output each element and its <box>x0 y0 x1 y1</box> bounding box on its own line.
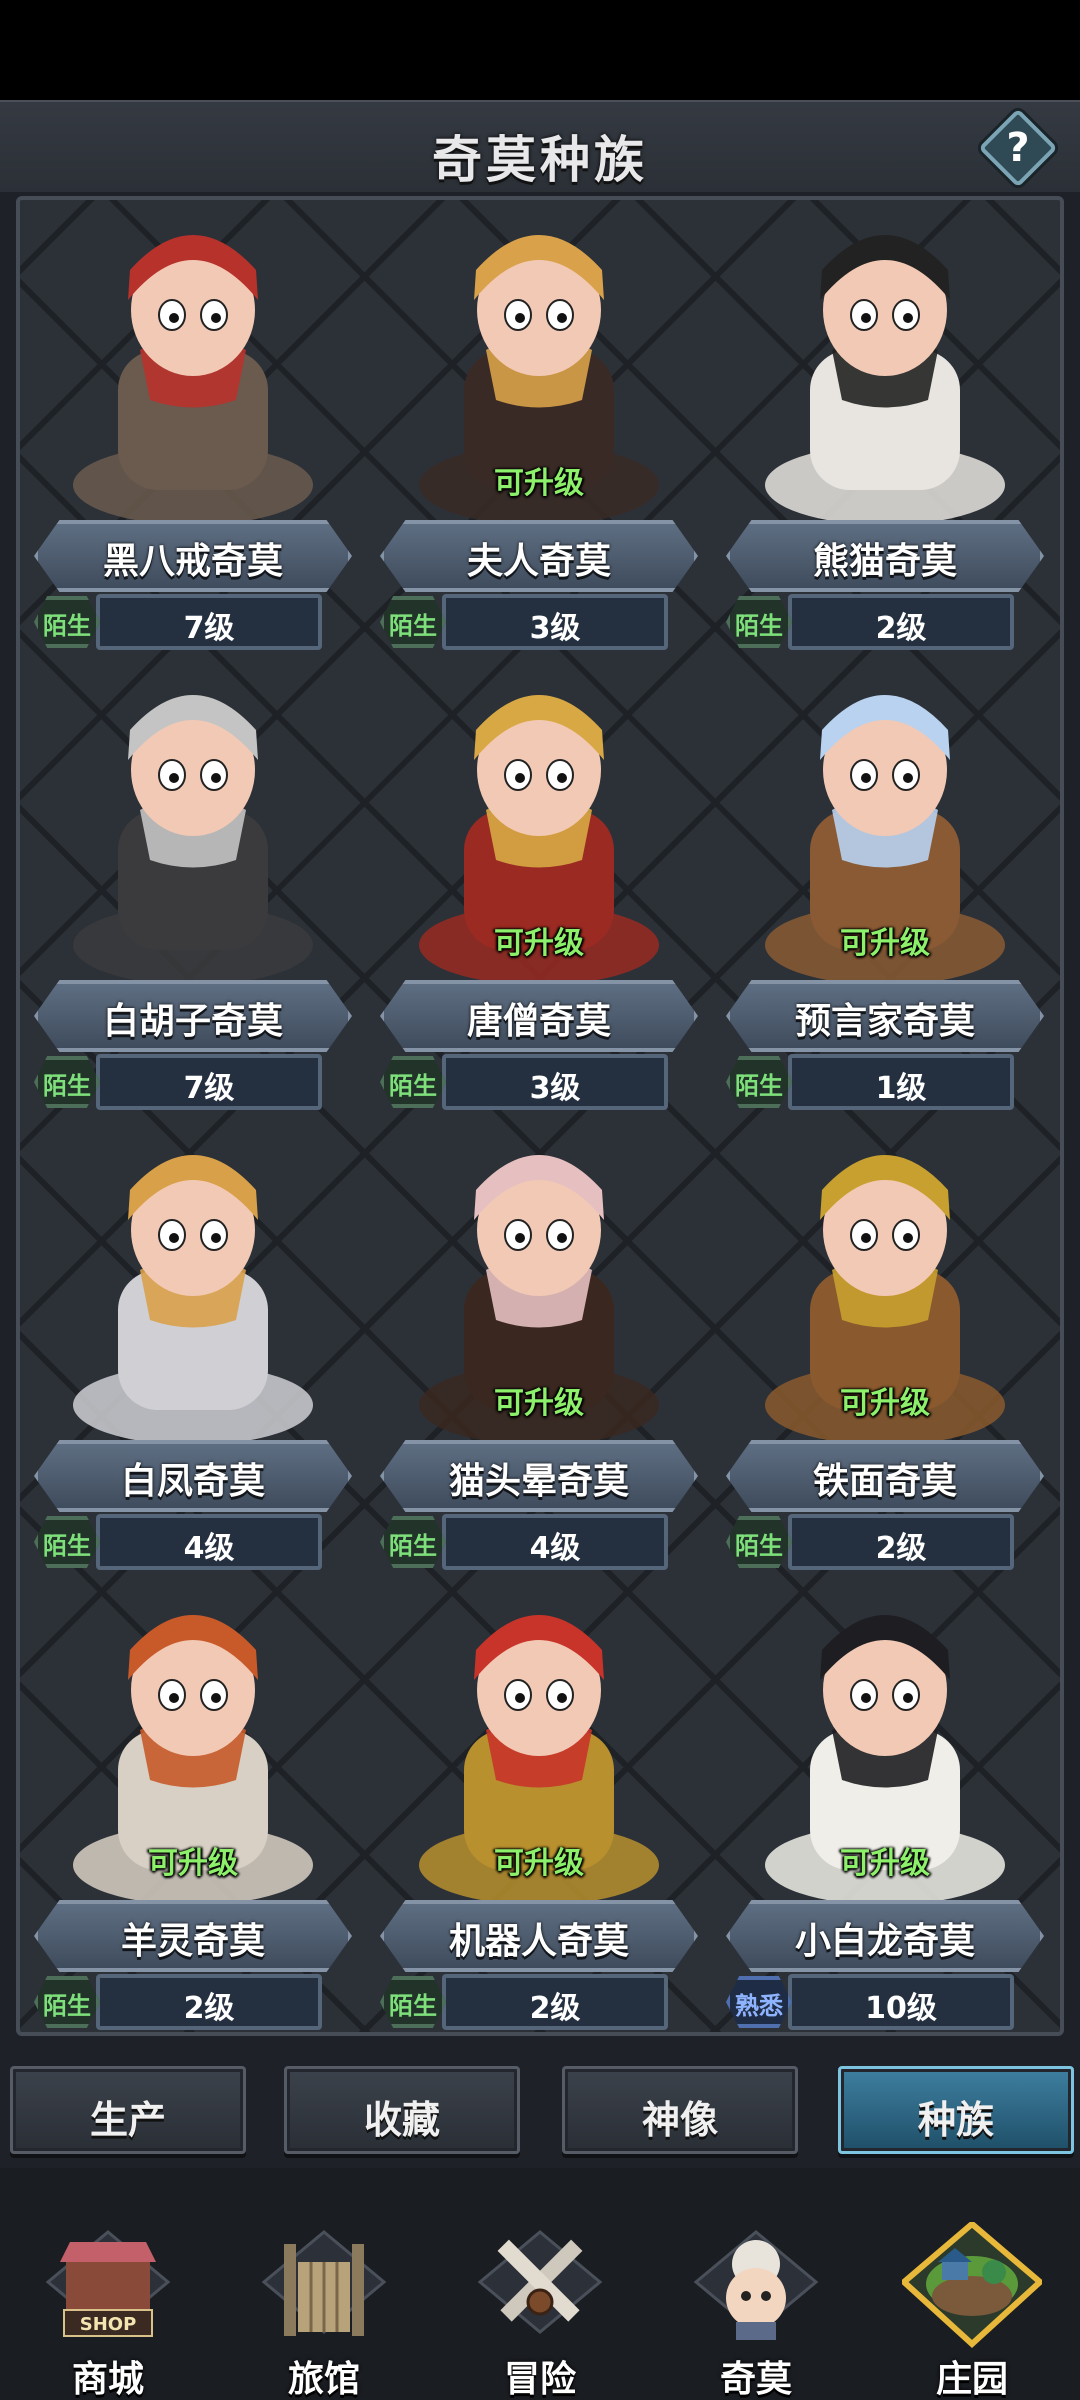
creature-name: 白凤奇莫 <box>120 1461 265 1502</box>
creature-card[interactable]: 可升级 小白龙奇莫 10级 熟悉 <box>712 1580 1058 2030</box>
upgrade-available-label: 可升级 <box>840 1846 930 1881</box>
upgrade-available-label: 可升级 <box>494 926 584 961</box>
creature-card[interactable]: 黑八戒奇莫 7级 陌生 <box>20 200 366 650</box>
nav-manor[interactable]: 庄园 <box>864 2168 1080 2400</box>
relation-label: 陌生 <box>43 1532 91 1560</box>
inn-gate-icon <box>254 2222 394 2352</box>
creature-level: 2级 <box>183 1991 235 2026</box>
shop-sign-text: SHOP <box>80 2314 137 2335</box>
upgrade-available-label: 可升级 <box>840 1386 930 1421</box>
creature-level: 7级 <box>183 1071 235 1106</box>
nav-label: 商城 <box>71 2359 144 2400</box>
relation-label: 陌生 <box>43 1072 91 1100</box>
creature-card[interactable]: 白凤奇莫 4级 陌生 <box>20 1120 366 1570</box>
relation-label: 陌生 <box>735 612 783 640</box>
creature-level: 2级 <box>875 1531 927 1566</box>
creature-portrait <box>20 660 366 990</box>
creature-name: 猫头晕奇莫 <box>448 1461 629 1502</box>
upgrade-available-label: 可升级 <box>148 1846 238 1881</box>
creature-name: 熊猫奇莫 <box>812 541 957 582</box>
relation-label: 陌生 <box>389 1992 437 2020</box>
nav-label: 奇莫 <box>719 2359 792 2400</box>
creature-name: 预言家奇莫 <box>794 1001 975 1042</box>
manor-island-icon <box>902 2222 1042 2352</box>
creature-level: 2级 <box>875 611 927 646</box>
creature-name: 铁面奇莫 <box>812 1461 957 1502</box>
category-tabs: 生产 收藏 神像 种族 <box>0 2052 1080 2162</box>
tab-label: 种族 <box>917 2098 994 2142</box>
creature-level: 2级 <box>529 1991 581 2026</box>
relation-label: 陌生 <box>43 612 91 640</box>
tab-races[interactable]: 种族 <box>838 2066 1074 2154</box>
creature-name: 唐僧奇莫 <box>466 1001 611 1042</box>
tab-label: 收藏 <box>363 2098 440 2142</box>
upgrade-available-label: 可升级 <box>494 466 584 501</box>
creature-level: 4级 <box>183 1531 235 1566</box>
creature-grid: 黑八戒奇莫 7级 陌生 可升级 夫人奇莫 3级 陌生 熊猫奇莫 2级 陌生 白胡… <box>16 196 1064 2036</box>
creature-name: 白胡子奇莫 <box>102 1001 283 1042</box>
bottom-nav: SHOP 商城 旅馆 冒险 奇莫 庄园 <box>0 2168 1080 2400</box>
creature-name: 机器人奇莫 <box>448 1921 629 1962</box>
creature-level: 4级 <box>529 1531 581 1566</box>
crossed-swords-icon <box>470 2222 610 2352</box>
relation-label: 陌生 <box>735 1532 783 1560</box>
creature-card[interactable]: 可升级 预言家奇莫 1级 陌生 <box>712 660 1058 1110</box>
tab-statues[interactable]: 神像 <box>562 2066 798 2154</box>
help-icon[interactable]: ? <box>990 120 1046 176</box>
status-bar <box>0 0 1080 100</box>
creature-card[interactable]: 可升级 羊灵奇莫 2级 陌生 <box>20 1580 366 2030</box>
creature-card[interactable]: 可升级 唐僧奇莫 3级 陌生 <box>366 660 712 1110</box>
nav-kimo[interactable]: 奇莫 <box>648 2168 864 2400</box>
upgrade-available-label: 可升级 <box>494 1386 584 1421</box>
relation-label: 陌生 <box>389 1072 437 1100</box>
relation-label: 陌生 <box>389 612 437 640</box>
creature-level: 10级 <box>865 1991 937 2026</box>
nav-label: 庄园 <box>935 2359 1008 2400</box>
tab-label: 生产 <box>89 2098 166 2142</box>
upgrade-available-label: 可升级 <box>840 926 930 961</box>
nav-inn[interactable]: 旅馆 <box>216 2168 432 2400</box>
nav-label: 冒险 <box>503 2359 576 2400</box>
creature-level: 3级 <box>529 611 581 646</box>
creature-level: 1级 <box>875 1071 927 1106</box>
relation-label: 熟悉 <box>735 1992 783 2020</box>
nav-adventure[interactable]: 冒险 <box>432 2168 648 2400</box>
header: 奇莫种族 <box>0 100 1080 192</box>
relation-label: 陌生 <box>735 1072 783 1100</box>
tab-production[interactable]: 生产 <box>10 2066 246 2154</box>
tab-label: 神像 <box>641 2098 718 2142</box>
creature-card[interactable]: 可升级 铁面奇莫 2级 陌生 <box>712 1120 1058 1570</box>
shop-icon: SHOP <box>38 2222 178 2352</box>
creature-card[interactable]: 可升级 夫人奇莫 3级 陌生 <box>366 200 712 650</box>
relation-label: 陌生 <box>43 1992 91 2020</box>
creature-card[interactable]: 白胡子奇莫 7级 陌生 <box>20 660 366 1110</box>
creature-card[interactable]: 可升级 猫头晕奇莫 4级 陌生 <box>366 1120 712 1570</box>
creature-name: 羊灵奇莫 <box>120 1921 265 1962</box>
creature-name: 黑八戒奇莫 <box>102 541 283 582</box>
creature-card[interactable]: 可升级 机器人奇莫 2级 陌生 <box>366 1580 712 2030</box>
creature-level: 3级 <box>529 1071 581 1106</box>
creature-name: 夫人奇莫 <box>466 541 611 582</box>
creature-card[interactable]: 熊猫奇莫 2级 陌生 <box>712 200 1058 650</box>
creature-portrait <box>20 1120 366 1450</box>
tab-collection[interactable]: 收藏 <box>284 2066 520 2154</box>
page-title: 奇莫种族 <box>432 131 648 189</box>
creature-portrait <box>712 200 1058 530</box>
nav-shop[interactable]: SHOP 商城 <box>0 2168 216 2400</box>
nav-label: 旅馆 <box>287 2359 360 2400</box>
creature-portrait <box>20 200 366 530</box>
relation-label: 陌生 <box>389 1532 437 1560</box>
creature-level: 7级 <box>183 611 235 646</box>
kimo-face-icon <box>686 2222 826 2352</box>
upgrade-available-label: 可升级 <box>494 1846 584 1881</box>
creature-name: 小白龙奇莫 <box>794 1921 975 1962</box>
